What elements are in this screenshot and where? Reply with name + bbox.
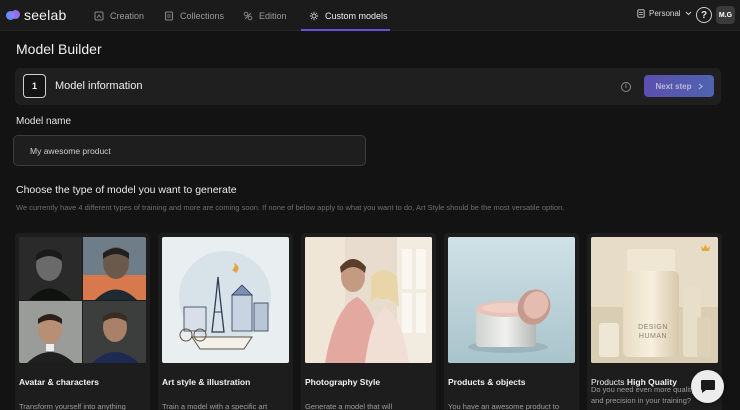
collections-icon [165,11,173,20]
card-description: Generate a model that will [305,402,393,410]
top-navigation: seelab Creation Collections Edition Cust… [0,0,740,31]
step-number-badge: 1 [23,74,46,98]
card-description: Do you need even more quality and precis… [591,385,695,405]
model-name-label: Model name [16,116,72,127]
nav-collections[interactable]: Collections [164,0,224,31]
card-title: Products & objects [448,377,526,387]
model-type-card-art-style[interactable]: Art style & illustration Train a model w… [158,233,293,410]
card-description: Transform yourself into anything [19,402,126,410]
info-icon[interactable]: i [621,82,631,92]
nav-creation-label: Creation [110,10,145,21]
model-type-card-avatar[interactable]: Avatar & characters Transform yourself i… [15,233,150,410]
step-bar: 1 Model information i Next step [15,68,721,105]
logo-text: seelab [24,7,67,23]
edition-icon [243,11,253,20]
card-description: You have an awesome product to [448,402,560,410]
products-objects-image [448,237,575,363]
model-type-card-products[interactable]: Products & objects You have an awesome p… [444,233,579,410]
logo-mark-icon [6,9,20,21]
card-title: Art style & illustration [162,377,251,387]
step-title: Model information [55,80,143,92]
nav-edition[interactable]: Edition [243,0,287,31]
nav-edition-label: Edition [259,10,287,21]
products-high-quality-image: DESIGN HUMAN [591,237,718,363]
chevron-down-icon [685,11,691,16]
product-label-line-1: DESIGN [638,324,668,331]
product-label-line-2: HUMAN [638,333,668,340]
model-type-subtitle: We currently have 4 different types of t… [16,203,565,212]
help-icon[interactable]: ? [696,7,712,23]
model-type-card-photography[interactable]: Photography Style Generate a model that … [301,233,436,410]
photography-style-image [305,237,432,363]
workspace-label: Personal [649,9,681,18]
workspace-icon [637,9,645,18]
card-description: Train a model with a specific art [162,402,268,410]
avatar[interactable]: M.G [716,6,735,24]
model-name-input[interactable] [13,135,366,166]
creation-icon [94,11,104,20]
seelab-logo[interactable]: seelab [6,7,66,23]
custom-models-icon [309,11,319,20]
nav-creation[interactable]: Creation [94,0,144,31]
crown-icon [701,244,710,251]
next-step-button[interactable]: Next step [644,75,714,97]
art-style-image [162,237,289,363]
next-step-label: Next step [655,81,692,91]
workspace-selector[interactable]: Personal [637,9,692,18]
card-title: Avatar & characters [19,377,100,387]
nav-custom-models[interactable]: Custom models [309,0,388,31]
model-type-title: Choose the type of model you want to gen… [16,184,237,196]
nav-collections-label: Collections [180,10,225,21]
page-title: Model Builder [16,41,102,57]
card-title: Photography Style [305,377,381,387]
active-tab-indicator [301,29,390,31]
avatar-characters-image [19,237,146,363]
chat-icon [700,380,715,393]
chat-widget-button[interactable] [691,370,724,403]
chevron-right-icon [698,83,703,89]
nav-custom-models-label: Custom models [325,10,388,21]
